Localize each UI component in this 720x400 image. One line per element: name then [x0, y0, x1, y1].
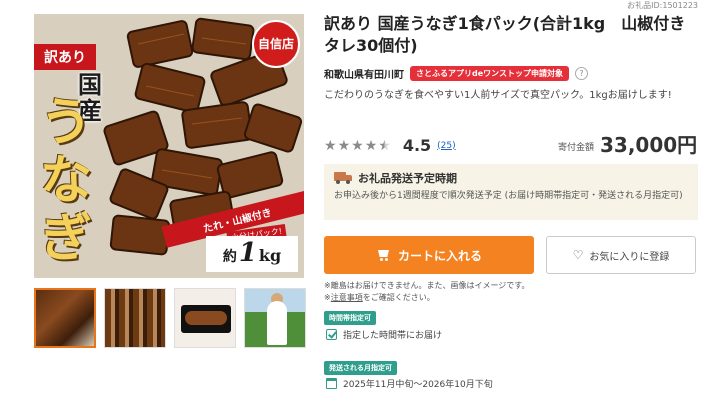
municipality-row: 和歌山県有田川町 さとふるアプリdeワンストップ申請対象 ? [324, 66, 588, 81]
cautions-link[interactable]: 注意事項 [331, 293, 363, 302]
shipping-title-row: お礼品発送予定時期 [334, 170, 688, 186]
shipping-title: お礼品発送予定時期 [358, 172, 457, 185]
time-slot-text: 指定した時間帯にお届け [343, 331, 443, 341]
thumbnail-strip [34, 288, 306, 348]
star-icon: ★ [364, 137, 378, 154]
help-icon[interactable]: ? [575, 67, 588, 80]
add-to-cart-label: カートに入れる [397, 248, 482, 263]
unagi-title-art: うなぎ [40, 92, 93, 269]
note-line-2: ※注意事項をご確認ください。 [324, 292, 530, 304]
add-to-cart-button[interactable]: カートに入れる [324, 236, 534, 274]
rating-row: ★ ★ ★ ★ ★ 4.5 (25) [324, 136, 456, 155]
time-slot-option: 指定した時間帯にお届け [326, 328, 442, 341]
product-description: こだわりのうなぎを食べやすい1人前サイズで真空パック。1kgお届けします! [324, 90, 672, 101]
price-value: 33,000円 [600, 133, 698, 157]
cart-icon [376, 249, 390, 261]
shipping-info-box: お礼品発送予定時期 お申込み後から1週間程度で順次発送予定 (お届け時期帯指定可… [324, 164, 698, 220]
note-line-1: ※離島はお届けできません。また、画像はイメージです。 [324, 281, 530, 290]
ship-month-tag: 発送される月指定可 [324, 361, 397, 375]
weight-number: 1 [238, 238, 257, 268]
star-rating: ★ ★ ★ ★ ★ [324, 139, 391, 153]
calendar-icon [326, 378, 337, 389]
wakeari-banner: 訳あり [34, 44, 96, 70]
shipping-description: お申込み後から1週間程度で順次発送予定 (お届け時期帯指定可・発送される月指定可… [334, 191, 683, 201]
eel-shape [185, 311, 227, 325]
thumbnail-2[interactable] [104, 288, 166, 348]
notes: ※離島はお届けできません。また、画像はイメージです。 ※注意事項をご確認ください… [324, 280, 530, 304]
thumbnail-4[interactable] [244, 288, 306, 348]
note-prefix: ※ [324, 293, 331, 302]
onestop-badge: さとふるアプリdeワンストップ申請対象 [410, 66, 569, 81]
time-slot-tag: 時間帯指定可 [324, 311, 376, 325]
person-body [267, 301, 287, 345]
ship-month-option: 2025年11月中旬〜2026年10月下旬 [326, 377, 493, 390]
thumbnail-1[interactable] [34, 288, 96, 348]
star-icon: ★ [337, 137, 351, 154]
rating-score: 4.5 [402, 136, 432, 155]
add-to-favorites-button[interactable]: ♡ お気に入りに登録 [546, 236, 696, 274]
jishin-stamp: 自信店 [252, 20, 300, 68]
item-id: お礼品ID:1501223 [627, 1, 698, 10]
star-icon: ★ [324, 137, 337, 154]
ship-month-text: 2025年11月中旬〜2026年10月下旬 [343, 380, 493, 390]
truck-icon [334, 172, 352, 184]
main-product-image[interactable]: 訳あり 自信店 国産 うなぎ たれ・山椒付き 小分けパック! 約 1 kg [34, 14, 304, 278]
review-count-link[interactable]: (25) [437, 141, 455, 151]
note-suffix: をご確認ください。 [362, 293, 435, 302]
weight-unit: kg [258, 246, 282, 265]
favorites-label: お気に入りに登録 [589, 251, 670, 263]
price-label: 寄付金額 [558, 143, 595, 153]
check-icon [326, 329, 337, 340]
thumbnail-3[interactable] [174, 288, 236, 348]
star-icon: ★ [351, 137, 364, 154]
heart-icon: ♡ [572, 248, 584, 262]
municipality-link[interactable]: 和歌山県有田川町 [324, 66, 404, 81]
product-title: 訳あり 国産うなぎ1食パック(合計1kg 山椒付きタレ30個付) [324, 14, 686, 55]
weight-badge: 約 1 kg [206, 236, 298, 272]
weight-prefix: 約 [222, 249, 237, 265]
half-star-icon: ★ [378, 137, 391, 154]
